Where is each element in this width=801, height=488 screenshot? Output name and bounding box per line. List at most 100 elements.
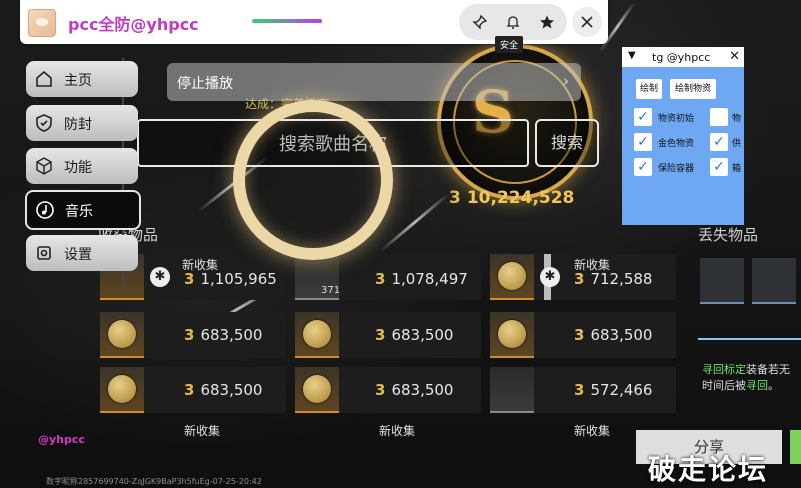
total-value-number: 10,224,528 [466, 188, 575, 208]
retrieve-text: 装备若无 [746, 363, 790, 376]
green-button-edge[interactable] [790, 430, 801, 464]
medal-icon [108, 375, 136, 403]
checkbox-right-3[interactable]: ✓ [710, 158, 728, 176]
medal-icon [303, 375, 331, 403]
star-button[interactable] [532, 7, 562, 37]
coin-icon: 3 [375, 270, 386, 288]
floating-panel: ▼ tg @yhpcc ✕ 绘制 绘制物资 ✓ 物资初始 物 ✓ 金色物资 ✓ … [622, 47, 744, 225]
checkbox-right-1[interactable] [710, 108, 728, 126]
sidebar-item-music[interactable]: 音乐 [25, 190, 141, 230]
option-label: 供 [732, 139, 742, 149]
footer-tag: @yhpcc [38, 433, 85, 446]
item-tile[interactable]: 3 683,500 [490, 312, 676, 358]
item-tile[interactable]: 3 683,500 [295, 367, 481, 413]
item-value: 3 712,588 [574, 270, 652, 288]
option-label: 金色物资 [658, 139, 695, 149]
sidebar-item-antiban[interactable]: 防封 [26, 105, 138, 141]
checkbox-gold-items[interactable]: ✓ [634, 133, 652, 151]
coin-icon: 3 [574, 326, 585, 344]
sidebar-item-label: 设置 [64, 247, 92, 263]
item-tile[interactable]: 371 3 1,078,497 [295, 254, 481, 300]
medal-icon [108, 320, 136, 348]
checkbox-safe-container[interactable]: ✓ [634, 158, 652, 176]
medal-icon [490, 254, 534, 300]
sidebar-item-label: 主页 [64, 73, 92, 89]
item-new-label: 新收集 [184, 424, 221, 438]
coin-icon [295, 367, 339, 413]
item-value-number: 712,588 [590, 270, 653, 288]
coin-icon: 3 [184, 270, 195, 288]
item-value: 3 572,466 [574, 381, 652, 399]
coin-icon: 3 [375, 381, 386, 399]
retrieve-text: 。 [768, 379, 779, 392]
chevron-right-icon: › [563, 72, 569, 90]
total-value: 3 10,224,528 [449, 188, 574, 208]
tab-draw[interactable]: 绘制 [636, 79, 662, 99]
item-value-number: 683,500 [391, 381, 454, 399]
item-tile[interactable]: 3 683,500 [100, 367, 286, 413]
item-value: 3 683,500 [574, 326, 652, 344]
helmet-icon[interactable] [700, 258, 744, 304]
sidebar-item-settings[interactable]: 设置 [26, 235, 138, 271]
checkbox-item-initial[interactable]: ✓ [634, 108, 652, 126]
retrieve-text: 时间后被 [702, 379, 746, 392]
stop-playback-label: 停止播放 [177, 76, 233, 92]
item-tile[interactable]: 3 683,500 [295, 312, 481, 358]
tab-draw-items[interactable]: 绘制物资 [670, 79, 716, 99]
item-value: 3 683,500 [375, 381, 453, 399]
item-tile[interactable]: 3 572,466 [490, 367, 676, 413]
medal-icon [498, 320, 526, 348]
coin-icon: 3 [574, 381, 585, 399]
item-value-number: 683,500 [590, 326, 653, 344]
home-icon [36, 70, 52, 87]
option-label: 物资初始 [658, 114, 695, 124]
gradient-line [252, 19, 322, 23]
search-button[interactable]: 搜索 [535, 119, 599, 167]
panel-header[interactable]: ▼ tg @yhpcc ✕ [622, 47, 744, 67]
item-value-number: 1,105,965 [200, 270, 277, 288]
item-value-number: 1,078,497 [391, 270, 468, 288]
sidebar-item-label: 音乐 [65, 204, 93, 220]
titlebar-actions [459, 4, 567, 40]
item-tile[interactable]: 3 683,500 [100, 312, 286, 358]
item-tile[interactable]: ✱ 新收集 3 712,588 [490, 254, 676, 300]
checkbox-right-2[interactable]: ✓ [710, 133, 728, 151]
pin-icon [472, 14, 488, 30]
sidebar-item-home[interactable]: 主页 [26, 61, 138, 97]
option-label: 箱 [732, 164, 742, 174]
coin-icon [295, 312, 339, 358]
sidebar-item-features[interactable]: 功能 [26, 148, 138, 184]
coin-icon: 3 [449, 188, 461, 208]
app-title: pcc全防@yhpcc [68, 15, 199, 34]
medal-icon [498, 262, 526, 290]
coin-icon: 3 [375, 326, 386, 344]
coin-icon [490, 312, 534, 358]
coin-icon [100, 312, 144, 358]
retrieve-highlight: 寻回标定 [702, 363, 746, 376]
panel-title: tg @yhpcc [652, 51, 711, 64]
pin-button[interactable] [465, 7, 495, 37]
item-new-label: 新收集 [379, 424, 416, 438]
lost-items-title: 丢失物品 [698, 226, 759, 244]
coin-icon [100, 367, 144, 413]
option-label: 物 [732, 114, 742, 124]
stop-playback-button[interactable]: 停止播放 › [167, 63, 581, 101]
gear-icon: ✱ [540, 267, 560, 287]
close-button[interactable] [572, 7, 602, 37]
item-value: 3 683,500 [184, 381, 262, 399]
coin-icon: 3 [184, 326, 195, 344]
item-count: 371 [321, 285, 341, 296]
app-logo [28, 9, 56, 37]
star-icon [540, 15, 554, 29]
close-icon[interactable]: ✕ [729, 49, 740, 64]
tooltip: 安全 [495, 36, 524, 53]
shield-icon [36, 114, 52, 132]
loading-ring [233, 100, 393, 260]
item-value-number: 683,500 [391, 326, 454, 344]
collapse-triangle-icon[interactable]: ▼ [628, 50, 636, 61]
armor-icon[interactable] [752, 258, 796, 304]
rifle-icon [490, 367, 534, 413]
cube-icon [36, 157, 52, 175]
bell-button[interactable] [498, 7, 528, 37]
item-new-label: 新收集 [574, 424, 611, 438]
